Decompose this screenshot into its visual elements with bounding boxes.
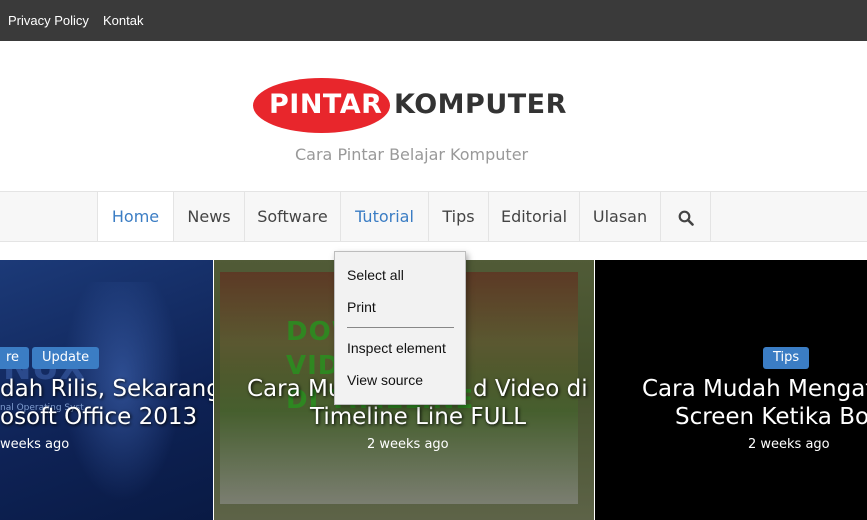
kontak-link[interactable]: Kontak bbox=[103, 13, 143, 28]
nav-software[interactable]: Software bbox=[244, 192, 340, 241]
post-time: weeks ago bbox=[0, 437, 70, 452]
post-title-line[interactable]: Cara Mudah Mengatasi bbox=[642, 375, 867, 403]
nav-news[interactable]: News bbox=[173, 192, 244, 241]
search-icon bbox=[678, 210, 694, 226]
site-header: PINTAR KOMPUTER Cara Pintar Belajar Komp… bbox=[0, 41, 867, 191]
nav-tips[interactable]: Tips bbox=[428, 192, 488, 241]
post-card-office[interactable]: NUX re Update nal Operating Syst dah Ril… bbox=[0, 260, 213, 520]
context-menu: Select all Print Inspect element View so… bbox=[334, 251, 466, 405]
nav-home[interactable]: Home bbox=[97, 192, 173, 241]
nav-ulasan[interactable]: Ulasan bbox=[579, 192, 660, 241]
post-time: 2 weeks ago bbox=[367, 437, 449, 452]
post-card-boot-screen[interactable]: Tips Cara Mudah Mengatasi Screen Ketika … bbox=[595, 260, 867, 520]
menu-item-print[interactable]: Print bbox=[347, 299, 376, 315]
menu-item-view-source[interactable]: View source bbox=[347, 372, 423, 388]
post-title-line[interactable]: d Video di bbox=[473, 375, 588, 403]
logo-text[interactable]: KOMPUTER bbox=[394, 89, 567, 120]
category-badge[interactable]: re bbox=[0, 347, 30, 369]
nav-search-button[interactable] bbox=[660, 192, 710, 241]
logo-pill-text[interactable]: PINTAR bbox=[269, 89, 382, 120]
top-bar: Privacy Policy Kontak bbox=[0, 0, 867, 41]
nav-tutorial[interactable]: Tutorial bbox=[340, 192, 428, 241]
post-time: 2 weeks ago bbox=[748, 437, 830, 452]
post-title-line[interactable]: Screen Ketika Booti bbox=[675, 403, 867, 431]
category-badge-tips[interactable]: Tips bbox=[763, 347, 810, 369]
nav-editorial[interactable]: Editorial bbox=[488, 192, 579, 241]
nav-divider bbox=[710, 192, 711, 241]
post-title-line[interactable]: dah Rilis, Sekarang bbox=[0, 375, 213, 403]
main-nav: Home News Software Tutorial Tips Editori… bbox=[0, 191, 867, 242]
site-tagline: Cara Pintar Belajar Komputer bbox=[295, 145, 529, 164]
privacy-policy-link[interactable]: Privacy Policy bbox=[8, 13, 89, 28]
menu-item-inspect-element[interactable]: Inspect element bbox=[347, 340, 446, 356]
post-title-line[interactable]: Timeline Line FULL bbox=[310, 403, 526, 431]
menu-separator bbox=[347, 327, 454, 328]
menu-item-select-all[interactable]: Select all bbox=[347, 267, 404, 283]
post-title-line[interactable]: osoft Office 2013 bbox=[0, 403, 197, 431]
category-badge-update[interactable]: Update bbox=[32, 347, 100, 369]
